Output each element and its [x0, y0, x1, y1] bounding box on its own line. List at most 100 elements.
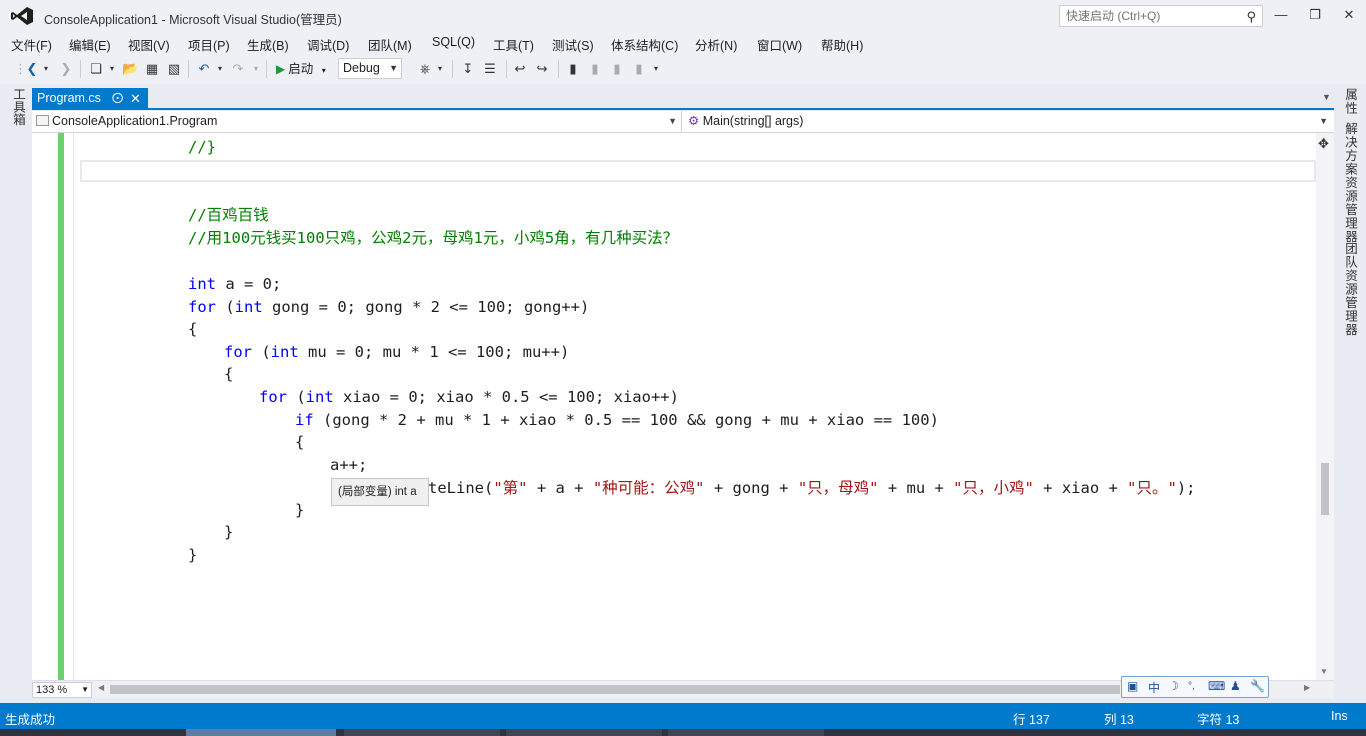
- search-icon[interactable]: ⚲: [1246, 9, 1256, 25]
- code-line: {: [295, 433, 305, 451]
- properties-tab[interactable]: 属性: [1341, 88, 1360, 115]
- ime-logo-icon[interactable]: ▣: [1127, 679, 1138, 693]
- menu-help[interactable]: 帮助(H): [821, 35, 863, 54]
- menu-test[interactable]: 测试(S): [552, 35, 594, 54]
- ime-toolbar[interactable]: ▣ 中 ☽ °, ⌨ ♟ 🔧: [1121, 676, 1269, 698]
- menu-sql[interactable]: SQL(Q): [432, 35, 475, 49]
- code-editor[interactable]: //} //百鸡百钱 //用100元钱买100只鸡，公鸡2元，母鸡1元，小鸡5角…: [32, 133, 1334, 680]
- ime-user-icon[interactable]: ♟: [1230, 679, 1241, 693]
- menu-view[interactable]: 视图(V): [128, 35, 170, 54]
- team-explorer-tab[interactable]: 团队资源管理器: [1341, 242, 1360, 337]
- taskbar-button[interactable]: [668, 729, 824, 736]
- scroll-right-icon[interactable]: ▶: [1304, 683, 1310, 692]
- undo-dropdown-icon[interactable]: ▾: [216, 60, 224, 78]
- menu-window[interactable]: 窗口(W): [757, 35, 802, 54]
- status-line: 行 137: [1013, 713, 1050, 727]
- taskbar-button[interactable]: [344, 729, 500, 736]
- code-line: {: [224, 365, 234, 383]
- horizontal-scroll-thumb[interactable]: [110, 685, 1120, 694]
- start-dropdown-icon: ▾: [321, 66, 326, 75]
- comment-lines-icon[interactable]: ↩: [512, 60, 528, 78]
- new-project-icon[interactable]: ❏: [88, 60, 104, 78]
- find-in-files-icon[interactable]: ⎈: [416, 60, 434, 78]
- toolbar-overflow-icon[interactable]: ▾: [436, 60, 444, 78]
- menu-bar: 文件(F) 编辑(E) 视图(V) 项目(P) 生成(B) 调试(D) 团队(M…: [0, 32, 1366, 54]
- new-dropdown-icon[interactable]: ▾: [108, 60, 116, 78]
- toolbox-tab[interactable]: 工具箱: [9, 88, 28, 126]
- code-line: }: [224, 523, 234, 541]
- window-title: ConsoleApplication1 - Microsoft Visual S…: [44, 13, 342, 27]
- taskbar-button[interactable]: [506, 729, 662, 736]
- format-document-icon[interactable]: ☰: [482, 60, 498, 78]
- menu-edit[interactable]: 编辑(E): [69, 35, 111, 54]
- navigation-bar: ConsoleApplication1.Program ▼ ⚙ Main(str…: [32, 111, 1334, 133]
- save-all-icon[interactable]: ▧: [166, 60, 182, 78]
- start-debugging-button[interactable]: ▶ 启动 ▾: [276, 60, 326, 78]
- code-line: teLine("第" + a + "种可能：公鸡" + gong + "只，母鸡…: [428, 479, 1196, 497]
- ime-keyboard-icon[interactable]: ⌨: [1208, 679, 1225, 693]
- menu-analyze[interactable]: 分析(N): [695, 35, 737, 54]
- pin-icon[interactable]: ⨀: [112, 88, 123, 109]
- close-icon[interactable]: ✕: [130, 88, 141, 109]
- solution-configuration-select[interactable]: Debug ▼: [338, 58, 402, 79]
- menu-architecture[interactable]: 体系结构(C): [611, 35, 678, 54]
- uncomment-lines-icon[interactable]: ↪: [534, 60, 550, 78]
- tab-program-cs[interactable]: Program.cs ⨀ ✕: [32, 88, 148, 109]
- back-dropdown-icon[interactable]: ▾: [42, 60, 50, 78]
- menu-debug[interactable]: 调试(D): [307, 35, 349, 54]
- method-icon: ⚙: [688, 114, 700, 128]
- taskbar-button[interactable]: [186, 729, 336, 736]
- class-icon: [36, 115, 49, 126]
- member-dropdown[interactable]: ⚙ Main(string[] args) ▼: [684, 111, 1332, 132]
- navigate-forward-icon[interactable]: ❯: [58, 60, 74, 78]
- redo-dropdown-icon[interactable]: ▾: [252, 60, 260, 78]
- class-dropdown[interactable]: ConsoleApplication1.Program ▼: [32, 111, 682, 132]
- scroll-down-icon[interactable]: ▼: [1320, 667, 1328, 676]
- ime-settings-icon[interactable]: 🔧: [1250, 679, 1265, 693]
- code-line: }: [188, 546, 198, 564]
- minimize-button[interactable]: —: [1270, 6, 1292, 24]
- clear-bookmarks-icon[interactable]: ▮: [632, 60, 646, 78]
- undo-icon[interactable]: ↶: [196, 60, 212, 78]
- status-char: 字符 13: [1197, 713, 1240, 727]
- menu-build[interactable]: 生成(B): [247, 35, 289, 54]
- bookmark-icon[interactable]: ▮: [566, 60, 580, 78]
- solution-explorer-tab[interactable]: 解决方案资源管理器: [1341, 122, 1360, 244]
- menu-file[interactable]: 文件(F): [11, 35, 52, 54]
- standard-toolbar: ⋮ ❮ ▾ ❯ ❏ ▾ 📂 ▦ ▧ ↶ ▾ ↷ ▾ ▶ 启动 ▾ Debug ▼ …: [0, 54, 1366, 84]
- status-column: 列 13: [1104, 713, 1134, 727]
- step-into-icon[interactable]: ↧: [460, 60, 476, 78]
- code-line: //}: [188, 138, 216, 156]
- open-file-icon[interactable]: 📂: [122, 60, 138, 78]
- split-window-icon[interactable]: ✥: [1318, 136, 1329, 152]
- quick-launch-box[interactable]: ⚲: [1059, 5, 1263, 27]
- ime-halfwidth-icon[interactable]: ☽: [1168, 679, 1179, 693]
- close-button[interactable]: ✕: [1338, 6, 1360, 24]
- menu-team[interactable]: 团队(M): [368, 35, 412, 54]
- save-icon[interactable]: ▦: [144, 60, 160, 78]
- zoom-level-select[interactable]: 133 % ▼: [32, 682, 92, 698]
- scroll-thumb[interactable]: [1321, 463, 1329, 515]
- previous-bookmark-icon[interactable]: ▮: [588, 60, 602, 78]
- ime-chinese-mode-icon[interactable]: 中: [1148, 679, 1160, 696]
- status-insert-mode: Ins: [1331, 709, 1348, 723]
- play-icon: ▶: [276, 62, 286, 76]
- code-line: }: [295, 501, 305, 519]
- next-bookmark-icon[interactable]: ▮: [610, 60, 624, 78]
- menu-project[interactable]: 项目(P): [188, 35, 230, 54]
- left-tool-strip: [0, 84, 30, 703]
- tab-overflow-icon[interactable]: ▼: [1322, 92, 1331, 102]
- restore-button[interactable]: ❐: [1304, 6, 1326, 24]
- menu-tools[interactable]: 工具(T): [493, 35, 534, 54]
- chevron-down-icon: ▼: [668, 116, 677, 126]
- document-tab-well: Program.cs ⨀ ✕ ▼: [32, 88, 1334, 110]
- chevron-down-icon: ▼: [81, 685, 89, 694]
- redo-icon[interactable]: ↷: [230, 60, 246, 78]
- navigate-back-icon[interactable]: ❮: [24, 60, 40, 78]
- toolbar-more-icon[interactable]: ▾: [652, 60, 660, 78]
- vertical-scrollbar[interactable]: ▲ ▼: [1316, 133, 1334, 680]
- quick-launch-input[interactable]: [1060, 6, 1230, 26]
- scroll-left-icon[interactable]: ◀: [98, 683, 104, 692]
- ime-punctuation-icon[interactable]: °,: [1188, 681, 1195, 692]
- code-line: if (gong * 2 + mu * 1 + xiao * 0.5 == 10…: [295, 411, 939, 429]
